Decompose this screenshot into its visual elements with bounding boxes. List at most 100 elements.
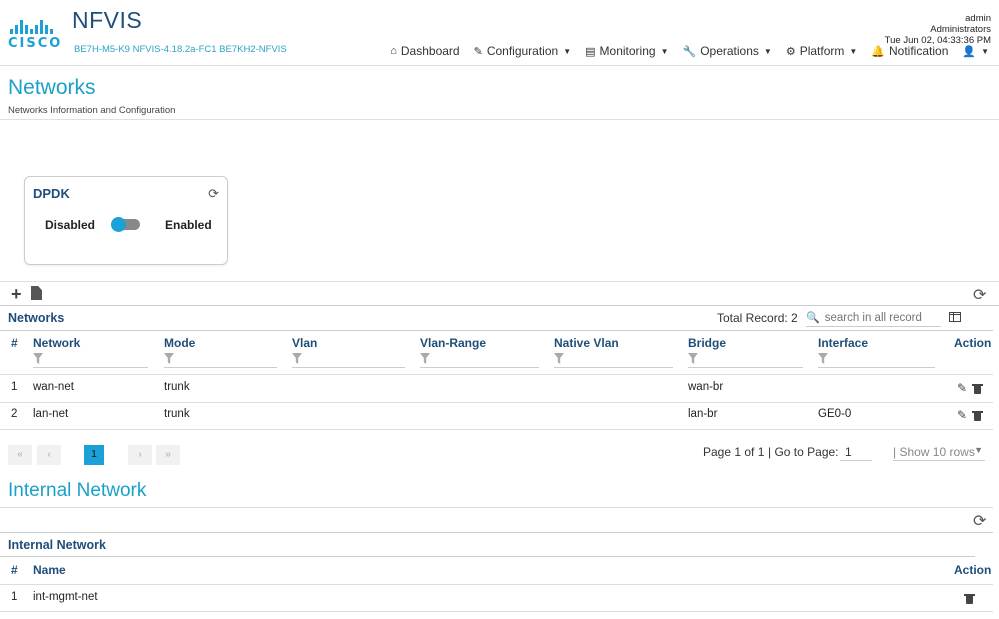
cell-bridge: wan-br bbox=[688, 381, 724, 393]
edit-icon[interactable]: ✎ bbox=[957, 408, 967, 422]
cisco-logo-text: cisco bbox=[8, 36, 63, 51]
gears-icon: ⚙ bbox=[785, 45, 796, 58]
column-header-vlan[interactable]: Vlan bbox=[292, 336, 317, 350]
filter-bridge[interactable] bbox=[688, 352, 803, 368]
filter-native-vlan[interactable] bbox=[554, 352, 673, 368]
chart-icon: ▤ bbox=[585, 45, 596, 58]
page-title: Networks bbox=[8, 76, 96, 99]
nav-dashboard-label: Dashboard bbox=[400, 44, 460, 58]
refresh-icon[interactable]: ⟳ bbox=[208, 186, 219, 202]
prev-page-button[interactable]: ‹ bbox=[37, 445, 61, 465]
column-header-network[interactable]: Network bbox=[33, 336, 80, 350]
refresh-icon[interactable]: ⟳ bbox=[973, 285, 986, 305]
nav-platform[interactable]: ⚙ Platform ▼ bbox=[786, 44, 857, 58]
column-header-name[interactable]: Name bbox=[33, 563, 66, 577]
search-input[interactable] bbox=[824, 311, 940, 324]
trash-icon[interactable] bbox=[972, 384, 983, 394]
trash-icon[interactable] bbox=[964, 594, 975, 604]
nav-notification[interactable]: 🔔 Notification bbox=[871, 44, 948, 58]
rows-per-page-select[interactable]: | Show 10 rows ▼ bbox=[893, 445, 985, 461]
cisco-logo-bars bbox=[10, 18, 66, 34]
nav-user-menu[interactable]: 👤 ▼ bbox=[962, 44, 989, 58]
cell-interface: GE0-0 bbox=[818, 408, 852, 420]
table-border bbox=[0, 330, 993, 331]
user-cog-icon: 👤 bbox=[962, 45, 977, 58]
goto-page-input[interactable] bbox=[840, 443, 872, 461]
page-description: Networks Information and Configuration bbox=[8, 105, 176, 116]
search-icon: 🔍 bbox=[806, 312, 820, 324]
nav-platform-label: Platform bbox=[799, 44, 845, 58]
chevron-down-icon: ▼ bbox=[763, 46, 772, 56]
filter-icon bbox=[164, 353, 174, 364]
goto-page-label: | Go to Page: bbox=[768, 445, 839, 459]
columns-icon[interactable] bbox=[949, 312, 961, 322]
last-page-button[interactable]: » bbox=[156, 445, 180, 465]
device-info: BE7H-M5-K9 NFVIS-4.18.2a-FC1 BE7KH2-NFVI… bbox=[74, 44, 287, 55]
filter-icon bbox=[292, 353, 302, 364]
wrench-icon: 🔧 bbox=[682, 45, 697, 58]
app-header: cisco NFVIS BE7H-M5-K9 NFVIS-4.18.2a-FC1… bbox=[0, 0, 999, 66]
cell-mode: trunk bbox=[164, 408, 190, 420]
page-info: Page 1 of 1 bbox=[703, 445, 765, 459]
edit-icon[interactable]: ✎ bbox=[957, 381, 967, 395]
table-border bbox=[0, 556, 975, 557]
chevron-down-icon: ▼ bbox=[660, 46, 669, 56]
cell-network: wan-net bbox=[33, 381, 74, 393]
home-icon: ⌂ bbox=[390, 45, 397, 57]
user-name: admin bbox=[965, 13, 991, 24]
nav-monitoring-label: Monitoring bbox=[599, 44, 656, 58]
nav-dashboard[interactable]: ⌂ Dashboard bbox=[390, 44, 459, 58]
nav-notification-label: Notification bbox=[889, 44, 949, 58]
chevron-down-icon: ▼ bbox=[563, 46, 572, 56]
column-header-action: Action bbox=[954, 563, 992, 577]
first-page-button[interactable]: « bbox=[8, 445, 32, 465]
filter-mode[interactable] bbox=[164, 352, 277, 368]
column-header-interface[interactable]: Interface bbox=[818, 336, 868, 350]
row-divider bbox=[0, 584, 993, 585]
row-divider bbox=[0, 374, 993, 375]
add-icon[interactable]: + bbox=[11, 284, 22, 305]
internal-network-heading: Internal Network bbox=[8, 480, 147, 501]
nav-monitoring[interactable]: ▤ Monitoring ▼ bbox=[585, 44, 668, 58]
user-role: Administrators bbox=[930, 24, 991, 35]
divider bbox=[0, 305, 999, 306]
column-header-vlan-range[interactable]: Vlan-Range bbox=[420, 336, 486, 350]
networks-table-title: Networks bbox=[8, 311, 65, 325]
filter-interface[interactable] bbox=[818, 352, 935, 368]
divider bbox=[0, 507, 993, 508]
column-header-bridge[interactable]: Bridge bbox=[688, 336, 726, 350]
dpdk-title: DPDK bbox=[33, 186, 70, 201]
internal-network-table-title: Internal Network bbox=[8, 538, 106, 552]
nav-configuration[interactable]: ✎ Configuration ▼ bbox=[474, 44, 572, 58]
page-1-button[interactable]: 1 bbox=[84, 445, 104, 465]
top-navigation: ⌂ Dashboard ✎ Configuration ▼ ▤ Monitori… bbox=[390, 44, 989, 58]
column-header-action: Action bbox=[954, 336, 992, 350]
nav-operations-label: Operations bbox=[700, 44, 759, 58]
column-header-num: # bbox=[11, 336, 18, 350]
nav-operations[interactable]: 🔧 Operations ▼ bbox=[682, 44, 771, 58]
filter-icon bbox=[554, 353, 564, 364]
refresh-icon[interactable]: ⟳ bbox=[973, 511, 986, 531]
column-header-native-vlan[interactable]: Native Vlan bbox=[554, 336, 619, 350]
cell-bridge: lan-br bbox=[688, 408, 718, 420]
filter-network[interactable] bbox=[33, 352, 148, 368]
search-box: 🔍 bbox=[806, 309, 941, 327]
dpdk-toggle[interactable] bbox=[111, 217, 140, 232]
next-page-button[interactable]: › bbox=[128, 445, 152, 465]
cell-name: int-mgmt-net bbox=[33, 591, 98, 603]
file-icon[interactable] bbox=[31, 286, 42, 300]
trash-icon[interactable] bbox=[972, 411, 983, 421]
filter-vlan-range[interactable] bbox=[420, 352, 539, 368]
divider bbox=[0, 119, 999, 120]
filter-icon bbox=[818, 353, 828, 364]
filter-vlan[interactable] bbox=[292, 352, 405, 368]
nav-configuration-label: Configuration bbox=[486, 44, 559, 58]
app-title: NFVIS bbox=[72, 7, 143, 33]
divider bbox=[0, 532, 993, 533]
filter-icon bbox=[688, 353, 698, 364]
divider bbox=[0, 281, 999, 282]
row-divider bbox=[0, 429, 993, 430]
filter-icon bbox=[420, 353, 430, 364]
cell-mode: trunk bbox=[164, 381, 190, 393]
column-header-mode[interactable]: Mode bbox=[164, 336, 195, 350]
